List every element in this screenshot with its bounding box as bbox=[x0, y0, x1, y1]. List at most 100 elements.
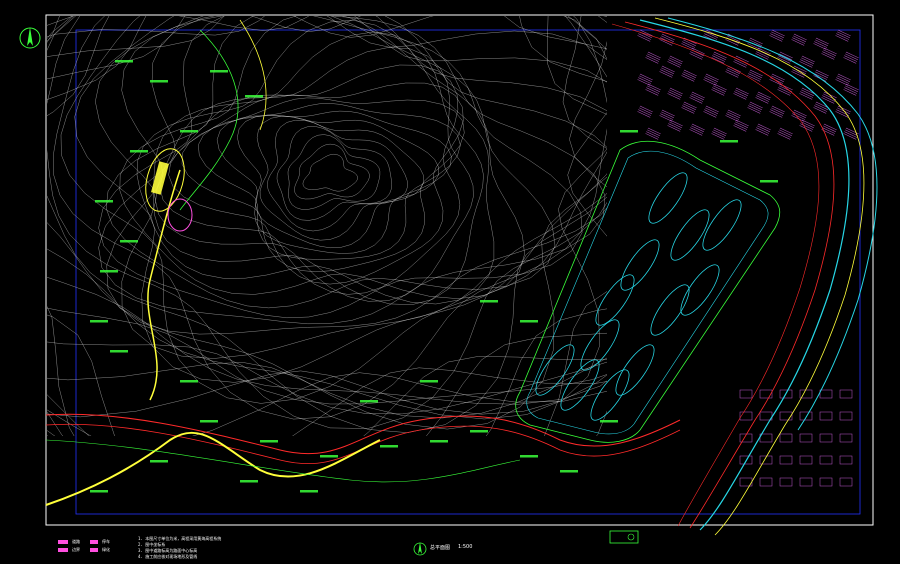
building bbox=[769, 73, 785, 86]
survey-label-mark bbox=[260, 440, 278, 443]
building bbox=[725, 109, 741, 122]
drawing-frame bbox=[45, 14, 874, 526]
building bbox=[813, 101, 829, 114]
building bbox=[711, 127, 727, 140]
survey-label-mark bbox=[620, 130, 638, 133]
building bbox=[835, 73, 851, 86]
building bbox=[777, 127, 793, 140]
contour-line bbox=[47, 16, 607, 436]
note-4: 4. 施工前应核对现场地形及管线 bbox=[138, 554, 198, 559]
survey-label-mark bbox=[180, 380, 198, 383]
parking-island bbox=[590, 369, 630, 421]
building bbox=[711, 83, 727, 96]
survey-label-mark bbox=[720, 140, 738, 143]
building bbox=[813, 69, 829, 82]
building bbox=[839, 455, 853, 465]
building bbox=[759, 477, 773, 487]
building bbox=[777, 83, 793, 96]
building bbox=[791, 33, 807, 46]
building bbox=[747, 69, 763, 82]
legend-swatch-parking bbox=[90, 540, 98, 544]
legend-label-parking: 停车 bbox=[102, 539, 110, 544]
survey-label-mark bbox=[90, 490, 108, 493]
building bbox=[645, 51, 661, 64]
roads bbox=[45, 19, 681, 506]
contour-line bbox=[60, 16, 607, 404]
survey-label-mark bbox=[120, 240, 138, 243]
building bbox=[769, 105, 785, 118]
building bbox=[689, 47, 705, 60]
contour-line bbox=[47, 356, 607, 436]
contour-line bbox=[153, 31, 484, 305]
building bbox=[791, 109, 807, 122]
building bbox=[637, 105, 653, 118]
parking-island bbox=[580, 319, 620, 371]
survey-label-mark bbox=[420, 380, 438, 383]
parking-island bbox=[535, 344, 575, 396]
survey-label-mark bbox=[100, 270, 118, 273]
building bbox=[819, 455, 833, 465]
contour-line bbox=[98, 16, 606, 325]
building bbox=[747, 37, 763, 50]
contour-line bbox=[198, 103, 461, 260]
building bbox=[799, 119, 815, 132]
building bbox=[839, 477, 853, 487]
building bbox=[839, 411, 853, 421]
contour-line bbox=[47, 16, 607, 430]
building bbox=[645, 127, 661, 140]
building bbox=[667, 87, 683, 100]
contour-line bbox=[47, 16, 607, 429]
building bbox=[779, 411, 793, 421]
building bbox=[769, 29, 785, 42]
building bbox=[659, 33, 675, 46]
survey-label-mark bbox=[210, 70, 228, 73]
legend-swatch-boundary bbox=[58, 548, 68, 552]
building bbox=[843, 83, 859, 96]
contour-line bbox=[155, 47, 474, 302]
parking-island bbox=[702, 199, 742, 251]
building bbox=[739, 389, 753, 399]
building bbox=[667, 55, 683, 68]
building bbox=[839, 433, 853, 443]
building bbox=[779, 455, 793, 465]
parking-island bbox=[650, 284, 690, 336]
contour-line bbox=[47, 16, 607, 415]
survey-label-mark bbox=[360, 400, 378, 403]
legend-label-green: 绿化 bbox=[102, 547, 110, 552]
building bbox=[667, 119, 683, 132]
parking-island bbox=[615, 344, 655, 396]
building bbox=[703, 105, 719, 118]
contour-line bbox=[159, 64, 461, 295]
building bbox=[813, 37, 829, 50]
survey-label-mark bbox=[240, 480, 258, 483]
building bbox=[681, 37, 697, 50]
survey-label-mark bbox=[130, 150, 148, 153]
contour-line bbox=[47, 332, 607, 436]
survey-label-mark bbox=[95, 200, 113, 203]
legend-swatch-green bbox=[90, 548, 98, 552]
building bbox=[681, 69, 697, 82]
building bbox=[799, 433, 813, 443]
north-arrow-icon bbox=[19, 27, 41, 49]
building bbox=[799, 87, 815, 100]
legend-label-boundary: 边界 bbox=[72, 547, 80, 552]
contour-line bbox=[216, 110, 452, 254]
survey-label-mark bbox=[150, 80, 168, 83]
building bbox=[819, 433, 833, 443]
title-north-arrow-icon bbox=[413, 542, 427, 556]
contour-line bbox=[136, 19, 495, 305]
contour-line bbox=[47, 16, 607, 419]
highway bbox=[611, 17, 878, 536]
survey-label-mark bbox=[480, 300, 498, 303]
building bbox=[843, 51, 859, 64]
survey-label-mark bbox=[115, 60, 133, 63]
building bbox=[755, 123, 771, 136]
building bbox=[759, 433, 773, 443]
building bbox=[747, 101, 763, 114]
building bbox=[821, 91, 837, 104]
drawing-scale: 1:500 bbox=[458, 544, 473, 550]
building bbox=[703, 73, 719, 86]
survey-label-mark bbox=[245, 95, 263, 98]
building bbox=[799, 477, 813, 487]
parking-island bbox=[670, 209, 710, 261]
